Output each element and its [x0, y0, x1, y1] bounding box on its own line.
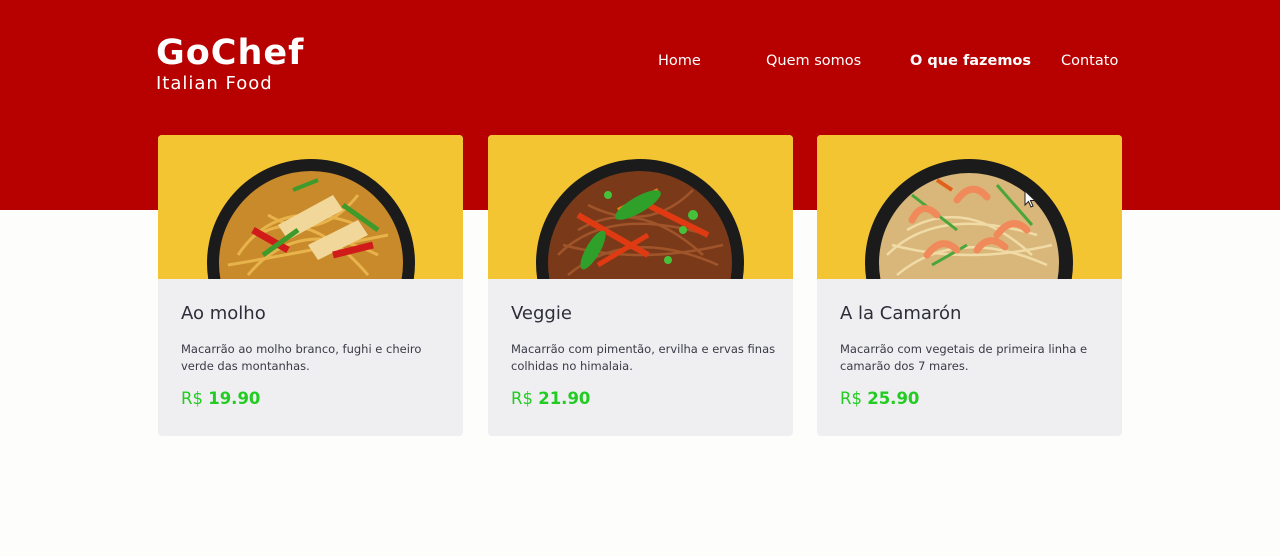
noodle-bowl-veggie-icon [536, 159, 744, 279]
main-nav: Home Quem somos O que fazemos Contato [0, 53, 1280, 73]
price-value: 21.90 [538, 389, 591, 408]
noodle-bowl-shrimp-icon [865, 159, 1073, 279]
product-price: R$ 21.90 [511, 389, 590, 408]
price-value: 19.90 [208, 389, 261, 408]
product-image [817, 135, 1122, 279]
product-card-veggie[interactable]: Veggie Macarrão com pimentão, ervilha e … [488, 135, 793, 436]
product-price: R$ 25.90 [840, 389, 919, 408]
nav-item-contato[interactable]: Contato [1061, 53, 1118, 69]
product-card-a-la-camaron[interactable]: A la Camarón Macarrão com vegetais de pr… [817, 135, 1122, 436]
nav-item-home[interactable]: Home [658, 53, 701, 69]
product-card-ao-molho[interactable]: Ao molho Macarrão ao molho branco, fughi… [158, 135, 463, 436]
product-description: Macarrão com vegetais de primeira linha … [840, 342, 1088, 373]
price-currency: R$ [181, 389, 203, 408]
brand-subtitle: Italian Food [156, 73, 273, 94]
price-currency: R$ [511, 389, 533, 408]
mouse-cursor-icon [1024, 190, 1037, 208]
product-description: Macarrão com pimentão, ervilha e ervas f… [511, 342, 776, 373]
nav-item-quem-somos[interactable]: Quem somos [766, 53, 861, 69]
product-title: Ao molho [181, 303, 266, 324]
product-title: Veggie [511, 303, 572, 324]
product-title: A la Camarón [840, 303, 962, 324]
product-image [488, 135, 793, 279]
product-image [158, 135, 463, 279]
price-currency: R$ [840, 389, 862, 408]
price-value: 25.90 [867, 389, 920, 408]
product-description: Macarrão ao molho branco, fughi e cheiro… [181, 342, 422, 373]
nav-item-o-que-fazemos[interactable]: O que fazemos [910, 53, 1031, 69]
product-price: R$ 19.90 [181, 389, 260, 408]
noodle-bowl-chicken-icon [207, 159, 415, 279]
